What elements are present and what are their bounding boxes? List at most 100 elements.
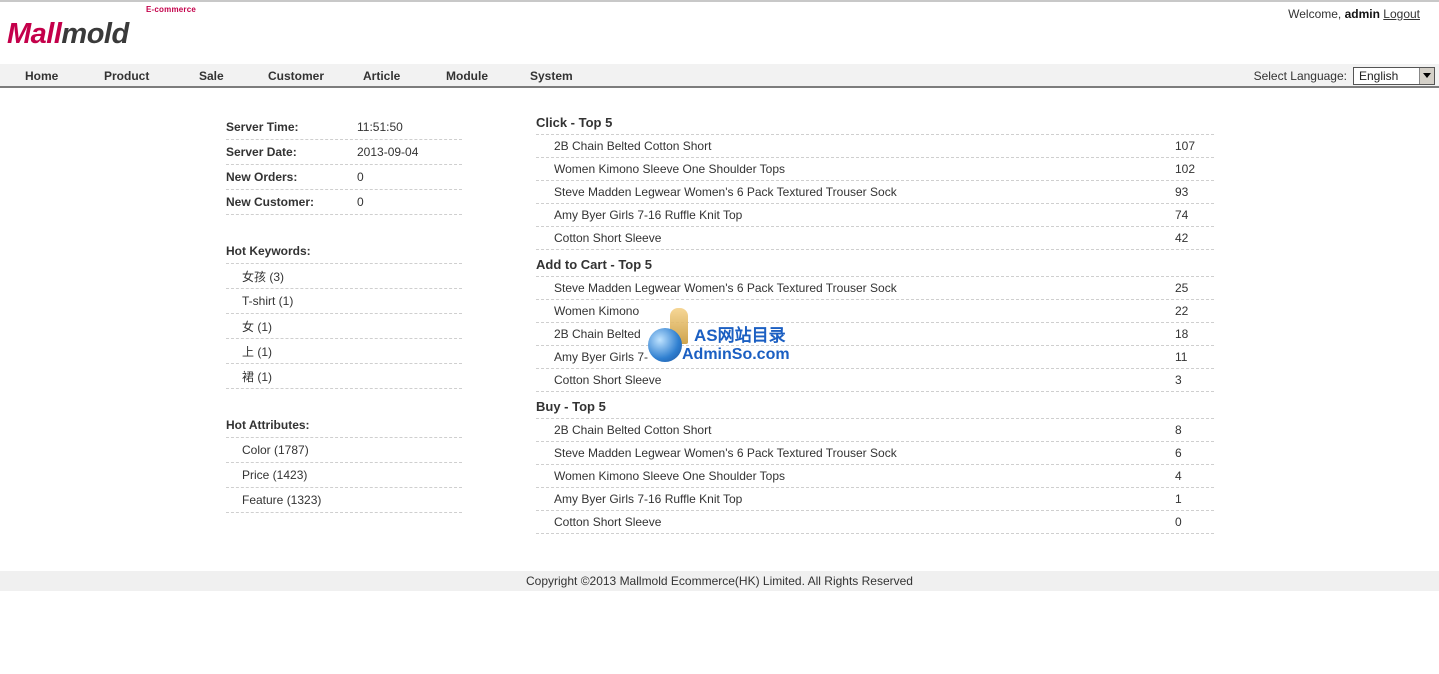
new-customer-row: New Customer: 0 <box>226 190 462 215</box>
logo-part-mold: mold <box>61 18 129 50</box>
main-nav: Home Product Sale Customer Article Modul… <box>0 64 1439 88</box>
server-date-row: Server Date: 2013-09-04 <box>226 140 462 165</box>
table-row[interactable]: Amy Byer Girls 7-16 Ruffle Knit Top 74 <box>536 204 1214 227</box>
table-row[interactable]: Women Kimono Sleeve One Shoulder Tops 4 <box>536 465 1214 488</box>
hot-attribute-item[interactable]: Color (1787) <box>226 438 462 463</box>
nav-home[interactable]: Home <box>25 69 58 83</box>
table-row[interactable]: Steve Madden Legwear Women's 6 Pack Text… <box>536 181 1214 204</box>
product-name: Amy Byer Girls 7-16 Ruffle Knit Top <box>554 492 743 506</box>
product-name: Steve Madden Legwear Women's 6 Pack Text… <box>554 446 897 460</box>
table-row[interactable]: Cotton Short Sleeve 3 <box>536 369 1214 392</box>
product-name: Cotton Short Sleeve <box>554 231 662 245</box>
product-count: 102 <box>1175 162 1196 176</box>
footer: Copyright ©2013 Mallmold Ecommerce(HK) L… <box>0 571 1439 591</box>
product-name: Cotton Short Sleeve <box>554 373 662 387</box>
product-count: 93 <box>1175 185 1189 199</box>
logout-link[interactable]: Logout <box>1383 7 1420 21</box>
table-row[interactable]: 2B Chain Belted Cotton Short 8 <box>536 419 1214 442</box>
click-top-title: Click - Top 5 <box>536 110 1214 135</box>
cart-top-title: Add to Cart - Top 5 <box>536 252 1214 277</box>
hot-keyword-item[interactable]: 女孩 (3) <box>226 264 462 289</box>
nav-article[interactable]: Article <box>363 69 400 83</box>
hot-attribute-item[interactable]: Price (1423) <box>226 463 462 488</box>
hot-attributes-title: Hot Attributes: <box>226 413 462 438</box>
table-row[interactable]: Steve Madden Legwear Women's 6 Pack Text… <box>536 442 1214 465</box>
table-row[interactable]: Amy Byer Girls 7- 11 <box>536 346 1214 369</box>
server-time-value: 11:51:50 <box>357 120 403 134</box>
nav-module[interactable]: Module <box>446 69 488 83</box>
table-row[interactable]: Steve Madden Legwear Women's 6 Pack Text… <box>536 277 1214 300</box>
new-customer-value: 0 <box>357 195 364 209</box>
product-count: 22 <box>1175 304 1189 318</box>
globe-icon <box>648 328 682 362</box>
watermark-line1: AS网站目录 <box>694 326 786 345</box>
mallmold-logo[interactable]: E-commerce Mallmold <box>7 5 197 53</box>
product-count: 107 <box>1175 139 1196 153</box>
hot-keyword-item[interactable]: 上 (1) <box>226 339 462 364</box>
product-name: Steve Madden Legwear Women's 6 Pack Text… <box>554 281 897 295</box>
product-name: Amy Byer Girls 7- <box>554 350 649 364</box>
table-row[interactable]: 2B Chain Belted Cotton Short 107 <box>536 135 1214 158</box>
table-row[interactable]: Women Kimono Sleeve One Shoulder Tops 102 <box>536 158 1214 181</box>
server-time-label: Server Time: <box>226 120 299 134</box>
table-row[interactable]: Amy Byer Girls 7-16 Ruffle Knit Top 1 <box>536 488 1214 511</box>
hot-attribute-item[interactable]: Feature (1323) <box>226 488 462 513</box>
hot-keyword-item[interactable]: T-shirt (1) <box>226 289 462 314</box>
new-orders-value: 0 <box>357 170 364 184</box>
language-selected-value: English <box>1359 69 1399 83</box>
language-select[interactable]: English <box>1353 67 1435 85</box>
product-count: 8 <box>1175 423 1182 437</box>
product-name: Amy Byer Girls 7-16 Ruffle Knit Top <box>554 208 743 222</box>
adminso-watermark: AS网站目录 AdminSo.com <box>648 308 808 368</box>
click-top-section: Click - Top 5 2B Chain Belted Cotton Sho… <box>536 110 1214 250</box>
logo-part-mall: Mall <box>7 18 62 50</box>
watermark-line2: AdminSo.com <box>682 346 790 363</box>
copyright-text: Copyright ©2013 Mallmold Ecommerce(HK) L… <box>526 574 913 588</box>
hot-keywords-title: Hot Keywords: <box>226 239 462 264</box>
server-time-row: Server Time: 11:51:50 <box>226 115 462 140</box>
product-count: 0 <box>1175 515 1182 529</box>
product-count: 11 <box>1175 350 1188 364</box>
new-customer-label: New Customer: <box>226 195 315 209</box>
product-count: 6 <box>1175 446 1182 460</box>
table-row[interactable]: Women Kimono 22 <box>536 300 1214 323</box>
server-date-value: 2013-09-04 <box>357 145 419 159</box>
product-name: 2B Chain Belted Cotton Short <box>554 423 712 437</box>
product-count: 74 <box>1175 208 1189 222</box>
logo-tagline: E-commerce <box>146 5 197 14</box>
product-name: 2B Chain Belted Cotton Short <box>554 139 712 153</box>
product-name: Cotton Short Sleeve <box>554 515 662 529</box>
product-name: Steve Madden Legwear Women's 6 Pack Text… <box>554 185 897 199</box>
cart-top-section: Add to Cart - Top 5 Steve Madden Legwear… <box>536 252 1214 392</box>
username: admin <box>1344 7 1380 21</box>
language-selector: Select Language: English <box>1254 67 1435 85</box>
chevron-down-icon[interactable] <box>1419 68 1434 84</box>
nav-product[interactable]: Product <box>104 69 149 83</box>
hot-keyword-item[interactable]: 裙 (1) <box>226 364 462 389</box>
product-name: Women Kimono Sleeve One Shoulder Tops <box>554 162 786 176</box>
nav-customer[interactable]: Customer <box>268 69 324 83</box>
dashboard-summary: Server Time: 11:51:50 Server Date: 2013-… <box>226 115 462 513</box>
product-count: 3 <box>1175 373 1182 387</box>
welcome-text: Welcome, <box>1288 7 1342 21</box>
product-name: Women Kimono Sleeve One Shoulder Tops <box>554 469 786 483</box>
nav-sale[interactable]: Sale <box>199 69 224 83</box>
language-label: Select Language: <box>1253 69 1347 83</box>
logo-wordmark: Mallmold <box>7 17 129 51</box>
top-border <box>0 0 1439 2</box>
buy-top-section: Buy - Top 5 2B Chain Belted Cotton Short… <box>536 394 1214 534</box>
table-row[interactable]: Cotton Short Sleeve 0 <box>536 511 1214 534</box>
top-lists: Click - Top 5 2B Chain Belted Cotton Sho… <box>536 110 1214 534</box>
server-date-label: Server Date: <box>226 145 297 159</box>
nav-system[interactable]: System <box>530 69 573 83</box>
new-orders-label: New Orders: <box>226 170 298 184</box>
table-row[interactable]: 2B Chain Belted 18 <box>536 323 1214 346</box>
new-orders-row: New Orders: 0 <box>226 165 462 190</box>
product-count: 1 <box>1175 492 1182 506</box>
product-count: 42 <box>1175 231 1189 245</box>
hot-keyword-item[interactable]: 女 (1) <box>226 314 462 339</box>
welcome-bar: Welcome, admin Logout <box>1288 7 1420 21</box>
product-name: 2B Chain Belted <box>554 327 641 341</box>
product-count: 25 <box>1175 281 1189 295</box>
table-row[interactable]: Cotton Short Sleeve 42 <box>536 227 1214 250</box>
